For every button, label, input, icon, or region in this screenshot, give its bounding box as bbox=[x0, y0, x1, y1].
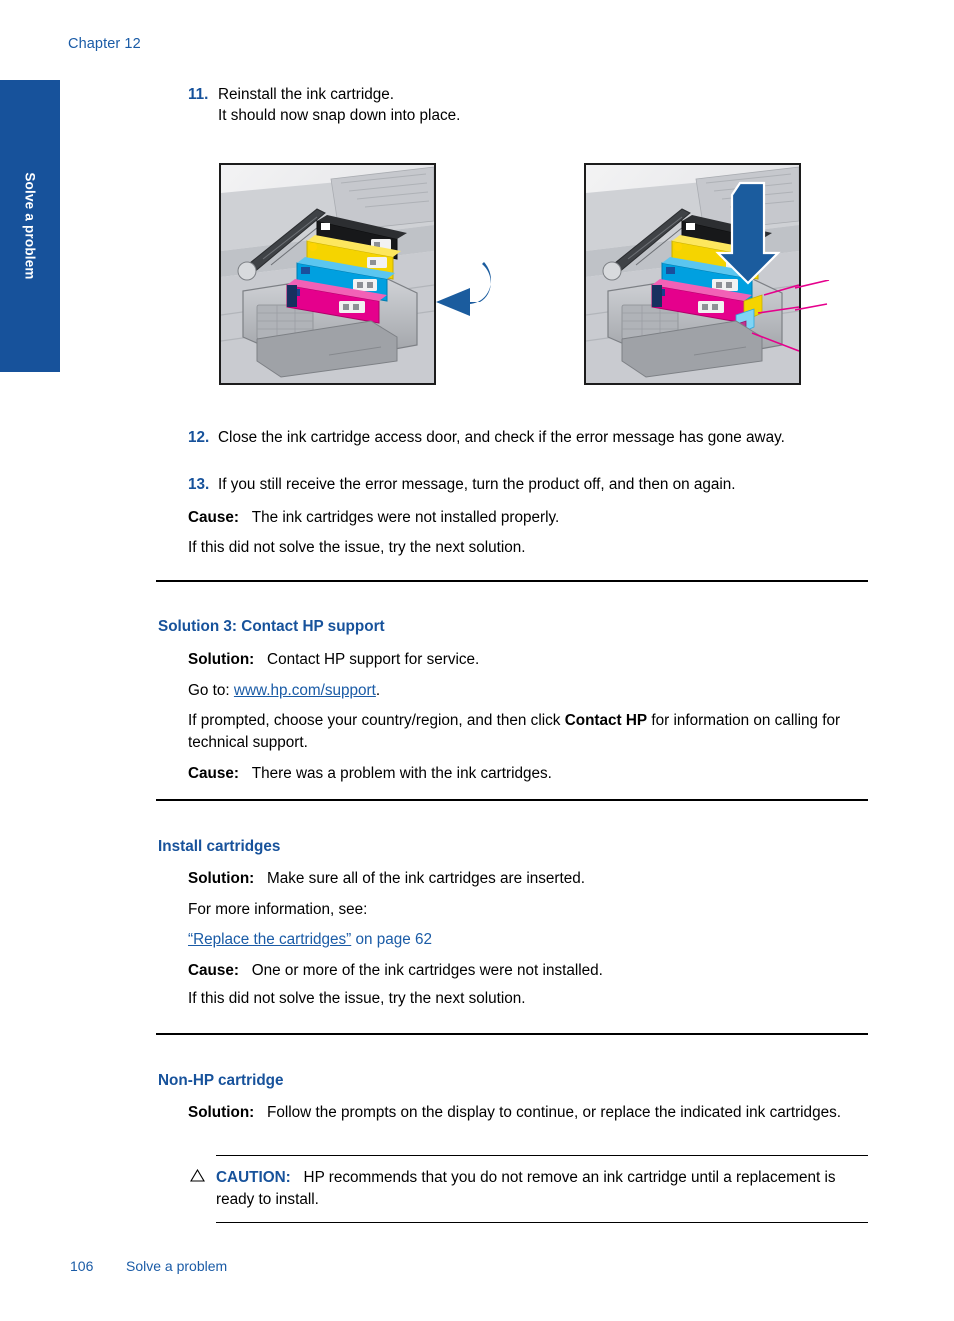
solution-text: Contact HP support for service. bbox=[267, 651, 480, 668]
cause-label: Cause: bbox=[188, 962, 240, 979]
solution-line-solution3: Solution: Contact HP support for service… bbox=[188, 649, 868, 671]
step-number: 13. bbox=[188, 476, 210, 493]
document-page: Chapter 12 Solve a problem 11. Reinstall… bbox=[0, 0, 954, 1321]
heading-solution-3: Solution 3: Contact HP support bbox=[158, 618, 385, 635]
cause-text: The ink cartridges were not installed pr… bbox=[251, 509, 560, 526]
caution-text: HP recommends that you do not remove an … bbox=[216, 1169, 836, 1208]
solution-label: Solution: bbox=[188, 651, 255, 668]
heading-non-hp-cartridge: Non-HP cartridge bbox=[158, 1072, 284, 1089]
step-line-2: It should now snap down into place. bbox=[218, 107, 461, 124]
hp-support-link[interactable]: www.hp.com/support bbox=[234, 682, 376, 699]
section-divider-3 bbox=[156, 1033, 868, 1035]
next-solution-line-step-group: If this did not solve the issue, try the… bbox=[188, 539, 526, 556]
printer-carriage-illustration-right bbox=[586, 165, 799, 383]
prompt-paragraph-solution3: If prompted, choose your country/region,… bbox=[188, 710, 870, 753]
section-divider-2 bbox=[156, 799, 868, 801]
cause-line-install: Cause: One or more of the ink cartridges… bbox=[188, 960, 868, 982]
caution-label: CAUTION: bbox=[216, 1169, 291, 1186]
heading-install-cartridges: Install cartridges bbox=[158, 838, 281, 855]
xref-page-tail: on page 62 bbox=[351, 931, 433, 948]
callout-lines-right-overflow bbox=[795, 280, 830, 311]
solution-paragraph-non-hp: Solution: Follow the prompts on the disp… bbox=[188, 1102, 858, 1124]
xref-line-install: “Replace the cartridges” on page 62 bbox=[188, 929, 868, 951]
next-solution-line-install: If this did not solve the issue, try the… bbox=[188, 990, 526, 1007]
side-thumb-tab-label: Solve a problem bbox=[22, 172, 38, 280]
step-text: If you still receive the error message, … bbox=[218, 476, 736, 493]
step-line-1: Reinstall the ink cartridge. bbox=[218, 86, 394, 103]
warning-triangle-icon bbox=[190, 1169, 205, 1182]
step-item-11: 11. Reinstall the ink cartridge. It shou… bbox=[188, 84, 828, 126]
prompt-part-1: If prompted, choose your country/region,… bbox=[188, 712, 565, 729]
side-thumb-tab: Solve a problem bbox=[0, 80, 60, 372]
solution-label: Solution: bbox=[188, 1104, 255, 1121]
step-item-12: 12. Close the ink cartridge access door,… bbox=[188, 427, 856, 448]
step-text: Close the ink cartridge access door, and… bbox=[218, 429, 785, 446]
caution-rule-bottom bbox=[216, 1222, 868, 1223]
figure-reinstall-cartridge-push bbox=[219, 163, 436, 385]
cause-text: There was a problem with the ink cartrid… bbox=[251, 765, 552, 782]
figure-reinstall-cartridge-press bbox=[584, 163, 801, 385]
cause-label: Cause: bbox=[188, 509, 240, 526]
solution-text: Make sure all of the ink cartridges are … bbox=[267, 870, 586, 887]
solution-line-install: Solution: Make sure all of the ink cartr… bbox=[188, 868, 868, 890]
cause-line-step-group: Cause: The ink cartridges were not insta… bbox=[188, 507, 868, 529]
contact-hp-bold: Contact HP bbox=[564, 712, 648, 729]
caution-admonition: CAUTION: HP recommends that you do not r… bbox=[190, 1155, 868, 1223]
goto-suffix: . bbox=[375, 682, 381, 699]
footer-page-number: 106 bbox=[70, 1258, 94, 1274]
footer-section-label: Solve a problem bbox=[126, 1258, 228, 1274]
goto-prefix: Go to: bbox=[188, 682, 234, 699]
cause-line-solution3: Cause: There was a problem with the ink … bbox=[188, 763, 868, 785]
printer-carriage-illustration-left bbox=[221, 165, 434, 383]
curved-left-arrow-icon bbox=[436, 262, 492, 316]
solution-text: Follow the prompts on the display to con… bbox=[267, 1104, 841, 1121]
goto-line-solution3: Go to: www.hp.com/support. bbox=[188, 680, 868, 702]
more-info-line-install: For more information, see: bbox=[188, 901, 368, 918]
cause-label: Cause: bbox=[188, 765, 240, 782]
page-footer: 106 Solve a problem bbox=[70, 1258, 227, 1274]
replace-cartridges-xref-link[interactable]: “Replace the cartridges” bbox=[188, 931, 351, 948]
step-item-13: 13. If you still receive the error messa… bbox=[188, 474, 868, 495]
section-divider-1 bbox=[156, 580, 868, 582]
chapter-label: Chapter 12 bbox=[68, 36, 141, 52]
step-number: 12. bbox=[188, 429, 210, 446]
caution-content: CAUTION: HP recommends that you do not r… bbox=[190, 1156, 868, 1222]
solution-label: Solution: bbox=[188, 870, 255, 887]
cause-text: One or more of the ink cartridges were n… bbox=[251, 962, 603, 979]
step-number: 11. bbox=[188, 86, 209, 103]
